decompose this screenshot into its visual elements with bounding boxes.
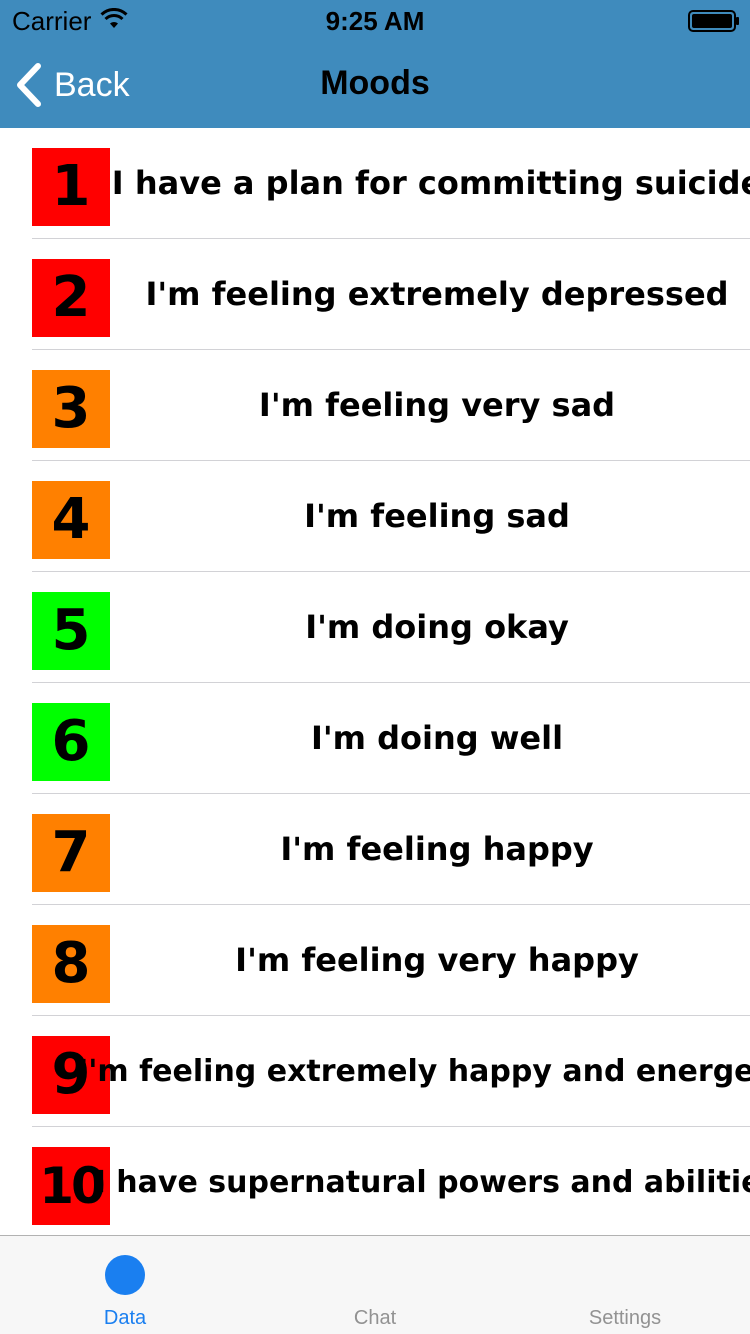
tab-label-data: Data — [103, 1307, 147, 1329]
mood-label: I'm feeling extremely happy and energeti… — [77, 1053, 750, 1089]
mood-row[interactable]: 3 I'm feeling very sad — [32, 350, 750, 461]
mood-row[interactable]: 5 I'm doing okay — [32, 572, 750, 683]
mood-row[interactable]: 9 I'm feeling extremely happy and energet… — [32, 1016, 750, 1127]
mood-label: I'm feeling sad — [304, 497, 570, 535]
circle-icon — [105, 1255, 145, 1295]
tab-label-chat: Chat — [353, 1307, 397, 1329]
tab-bar: Data Chat Settings — [0, 1235, 750, 1334]
tab-data[interactable]: Data — [0, 1236, 250, 1334]
mood-row[interactable]: 7 I'm feeling happy — [32, 794, 750, 905]
mood-number-badge: 7 — [32, 814, 110, 892]
mood-label: I'm feeling happy — [280, 830, 594, 868]
mood-label: I'm feeling very sad — [258, 386, 616, 424]
tab-label-settings: Settings — [588, 1307, 662, 1329]
mood-row[interactable]: 8 I'm feeling very happy — [32, 905, 750, 1016]
battery-icon — [688, 10, 739, 32]
tab-settings[interactable]: Settings — [500, 1236, 750, 1334]
mood-number-badge: 2 — [32, 259, 110, 337]
status-time: 9:25 AM — [325, 6, 425, 36]
tab-chat[interactable]: Chat — [250, 1236, 500, 1334]
mood-row[interactable]: 2 I'm feeling extremely depressed — [32, 239, 750, 350]
mood-row[interactable]: 4 I'm feeling sad — [32, 461, 750, 572]
page-title: Moods — [320, 64, 430, 102]
mood-list: 1I have a plan for committing suicide 2 I'… — [0, 128, 750, 1234]
mood-number-badge: 4 — [32, 481, 110, 559]
mood-number-badge: 8 — [32, 925, 110, 1003]
mood-label: I'm doing well — [310, 719, 564, 757]
mood-label: I have a plan for committing suicide — [111, 164, 750, 202]
mood-label: I have supernatural powers and abilities — [94, 1164, 750, 1200]
mood-number-badge: 1 — [32, 148, 110, 226]
mood-label: I'm feeling very happy — [235, 941, 639, 979]
mood-row[interactable]: 6 I'm doing well — [32, 683, 750, 794]
mood-number-badge: 5 — [32, 592, 110, 670]
mood-label: I'm doing okay — [305, 608, 569, 646]
mood-row[interactable]: 10 I have supernatural powers and abiliti… — [32, 1127, 750, 1234]
screen: Carrier 9:25 AM Back Moods 1I have a pla… — [0, 0, 750, 1334]
mood-number-badge: 3 — [32, 370, 110, 448]
navigation-bar: Carrier 9:25 AM Back Moods — [0, 0, 750, 128]
mood-row[interactable]: 1I have a plan for committing suicide — [32, 128, 750, 239]
mood-number-badge: 6 — [32, 703, 110, 781]
mood-label: I'm feeling extremely depressed — [145, 275, 729, 313]
